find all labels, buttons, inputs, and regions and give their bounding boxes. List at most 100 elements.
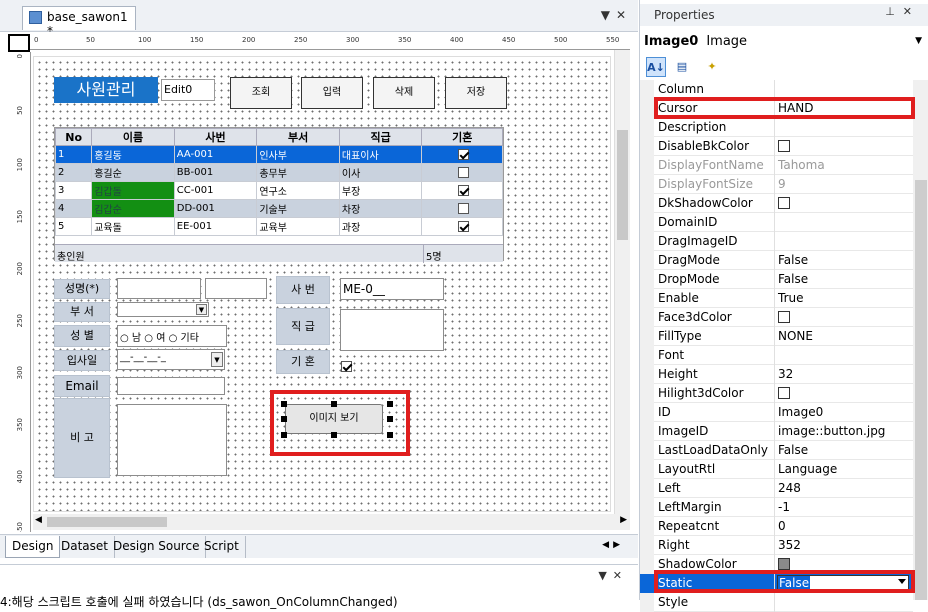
pin-icon[interactable]: ▼: [598, 569, 612, 582]
grid-header-cell[interactable]: 이름: [91, 128, 175, 146]
table-row[interactable]: 5 교육돌 EE-001 교육부 과장: [54, 217, 503, 236]
property-row[interactable]: DomainID: [640, 213, 913, 232]
property-value[interactable]: [778, 139, 790, 153]
property-value[interactable]: [778, 196, 790, 210]
gender-radio-group[interactable]: ○ 남 ○ 여 ○ 기타: [117, 325, 227, 347]
grid-header-cell[interactable]: 부서: [256, 128, 340, 146]
empno-input[interactable]: ME-0__: [340, 278, 444, 300]
events-icon[interactable]: ✦: [702, 57, 722, 77]
grid-cell-no[interactable]: 2: [54, 163, 93, 182]
grid-cell-id[interactable]: DD-001: [173, 199, 258, 218]
property-row[interactable]: DkShadowColor: [640, 194, 913, 213]
tab-dataset[interactable]: Dataset: [55, 536, 115, 558]
grid-cell-name[interactable]: 김갑돌: [91, 181, 175, 200]
grid-cell-rank[interactable]: 과장: [338, 217, 423, 236]
property-row[interactable]: LeftMargin -1: [640, 498, 913, 517]
resize-handle[interactable]: [387, 432, 393, 438]
calendar-dropdown-icon[interactable]: ▼: [211, 352, 223, 367]
property-row[interactable]: DragImageID: [640, 232, 913, 251]
grid-cell-married[interactable]: [421, 217, 503, 236]
scrollbar-thumb[interactable]: [47, 517, 167, 527]
grid-cell-dept[interactable]: 교육부: [256, 217, 340, 236]
radio-male[interactable]: ○: [120, 333, 132, 344]
name2-input[interactable]: [205, 278, 267, 299]
property-row[interactable]: ImageID image::button.jpg: [640, 422, 913, 441]
resize-handle[interactable]: [331, 432, 337, 438]
property-value[interactable]: 248: [778, 481, 801, 495]
pin-icon[interactable]: ⊥: [885, 5, 903, 18]
grid-cell-dept[interactable]: 인사부: [256, 145, 340, 164]
property-row[interactable]: Face3dColor: [640, 308, 913, 327]
property-row[interactable]: LastLoadDataOnly False: [640, 441, 913, 460]
grid-cell-dept[interactable]: 총무부: [256, 163, 340, 182]
property-value[interactable]: [778, 310, 790, 324]
search-button[interactable]: 조회: [230, 77, 292, 109]
grid-header-cell[interactable]: 기혼: [421, 128, 503, 146]
image-view-button[interactable]: 이미지 보기: [285, 404, 383, 434]
grid-cell-dept[interactable]: 연구소: [256, 181, 340, 200]
color-swatch[interactable]: [778, 140, 790, 152]
property-value[interactable]: False: [778, 272, 808, 286]
name-input[interactable]: [117, 278, 201, 299]
property-row[interactable]: Height 32: [640, 365, 913, 384]
close-icon[interactable]: ✕: [903, 5, 920, 18]
property-value[interactable]: NONE: [778, 329, 813, 343]
properties-scrollbar[interactable]: [913, 80, 928, 600]
grid-cell-married[interactable]: [421, 199, 503, 218]
scrollbar-thumb[interactable]: [915, 180, 927, 600]
color-swatch[interactable]: [778, 558, 790, 570]
married-checkbox[interactable]: [457, 202, 469, 214]
resize-handle[interactable]: [281, 401, 287, 407]
property-value[interactable]: False: [778, 443, 808, 457]
property-value[interactable]: True: [778, 291, 804, 305]
property-row[interactable]: DisplayFontSize 9: [640, 175, 913, 194]
property-row[interactable]: FillType NONE: [640, 327, 913, 346]
married-checkbox[interactable]: [457, 148, 469, 160]
grid-cell-no[interactable]: 1: [54, 145, 93, 164]
tab-design-source[interactable]: Design Source: [107, 536, 207, 558]
grid-cell-married[interactable]: [421, 145, 503, 164]
property-row[interactable]: Left 248: [640, 479, 913, 498]
property-value[interactable]: False: [778, 253, 808, 267]
employee-grid[interactable]: No 이름 사번 부서 직급 기혼 1 홍길동 AA-001 인사부 대표이사 2 홍길순 BB-001…: [54, 127, 504, 263]
property-value[interactable]: Tahoma: [778, 158, 825, 172]
color-swatch[interactable]: [778, 311, 790, 323]
grid-cell-married[interactable]: [421, 181, 503, 200]
property-row[interactable]: DisplayFontName Tahoma: [640, 156, 913, 175]
grid-cell-rank[interactable]: 대표이사: [338, 145, 423, 164]
tab-script[interactable]: Script: [198, 536, 246, 558]
married-checkbox[interactable]: [341, 361, 352, 372]
married-checkbox[interactable]: [457, 220, 469, 232]
property-row[interactable]: DragMode False: [640, 251, 913, 270]
save-button[interactable]: 저장: [445, 77, 507, 109]
pin-icon[interactable]: ▼: [601, 8, 616, 22]
property-value[interactable]: 0: [778, 519, 786, 533]
grid-header-cell[interactable]: 사번: [173, 128, 258, 146]
scroll-left-icon[interactable]: ◀: [35, 515, 42, 525]
grid-cell-rank[interactable]: 부장: [338, 181, 423, 200]
grid-header-cell[interactable]: 직급: [338, 128, 423, 146]
property-value[interactable]: 9: [778, 177, 786, 191]
grid-cell-rank[interactable]: 차장: [338, 199, 423, 218]
grid-cell-dept[interactable]: 기술부: [256, 199, 340, 218]
chevron-down-icon[interactable]: ▼: [196, 304, 207, 315]
grid-cell-id[interactable]: BB-001: [173, 163, 258, 182]
resize-handle[interactable]: [387, 416, 393, 422]
property-row[interactable]: Repeatcnt 0: [640, 517, 913, 536]
chevron-down-icon[interactable]: ▼: [915, 36, 922, 46]
grid-cell-no[interactable]: 4: [54, 199, 93, 218]
color-swatch[interactable]: [778, 197, 790, 209]
email-input[interactable]: [117, 377, 225, 395]
rank-input[interactable]: [340, 309, 444, 351]
property-row[interactable]: ID Image0: [640, 403, 913, 422]
grid-header-cell[interactable]: No: [54, 128, 93, 146]
resize-handle[interactable]: [331, 401, 337, 407]
scrollbar-thumb[interactable]: [617, 130, 628, 240]
grid-cell-name[interactable]: 김갑순: [91, 199, 175, 218]
grid-cell-id[interactable]: AA-001: [173, 145, 258, 164]
radio-other[interactable]: ○: [169, 333, 181, 344]
close-icon[interactable]: ✕: [616, 8, 632, 22]
grid-cell-married[interactable]: [421, 163, 503, 182]
property-value[interactable]: 32: [778, 367, 793, 381]
close-icon[interactable]: ✕: [613, 569, 628, 582]
